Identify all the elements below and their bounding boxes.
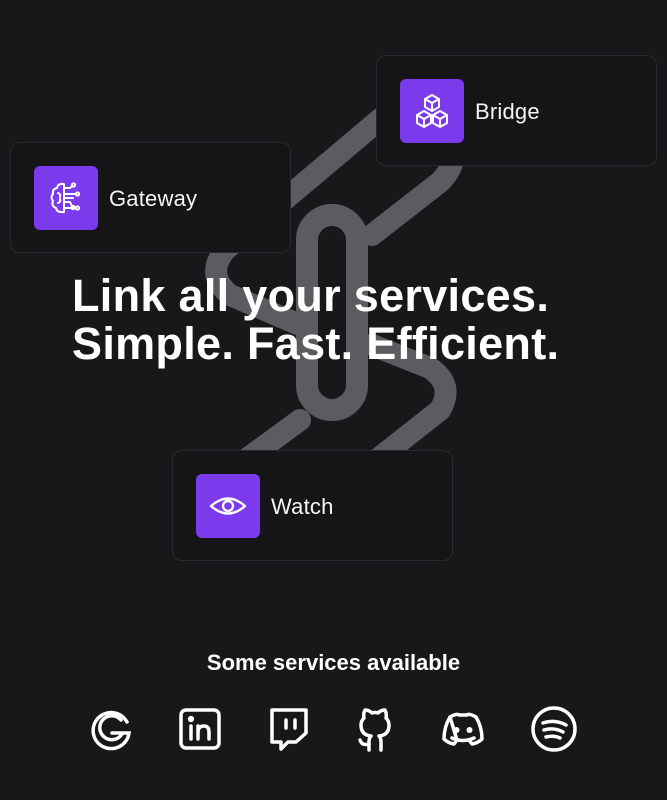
watch-icon-tile	[196, 474, 260, 538]
twitch-icon	[270, 708, 308, 751]
bridge-label: Bridge	[475, 99, 540, 124]
headline-line-2: Simple. Fast. Efficient.	[72, 318, 560, 369]
brain-circuit-icon	[50, 182, 81, 214]
service-google[interactable]	[85, 703, 137, 755]
spotify-icon	[531, 706, 577, 752]
service-spotify[interactable]	[528, 703, 580, 755]
gateway-label: Gateway	[109, 186, 198, 211]
services-list	[0, 703, 667, 755]
google-icon	[91, 710, 132, 751]
gateway-card[interactable]: Gateway	[10, 142, 291, 253]
service-discord[interactable]	[437, 703, 489, 755]
landing-page: Bridge Gateway Link all your services. S…	[0, 0, 667, 800]
services-title: Some services available	[206, 650, 461, 675]
service-twitch[interactable]	[262, 703, 314, 755]
gateway-icon-tile	[34, 166, 98, 230]
eye-icon	[209, 497, 247, 515]
service-linkedin[interactable]	[174, 703, 226, 755]
headline-line-1: Link all your services.	[72, 270, 550, 321]
watch-label: Watch	[271, 494, 334, 519]
cubes-icon	[416, 94, 448, 128]
linkedin-icon	[179, 708, 221, 750]
github-icon	[358, 708, 391, 752]
watch-card[interactable]: Watch	[172, 450, 453, 561]
service-github[interactable]	[349, 703, 401, 755]
bridge-card[interactable]: Bridge	[376, 55, 657, 166]
bridge-icon-tile	[400, 79, 464, 143]
discord-icon	[442, 712, 484, 746]
hero-headline: Link all your services. Simple. Fast. Ef…	[72, 272, 559, 368]
